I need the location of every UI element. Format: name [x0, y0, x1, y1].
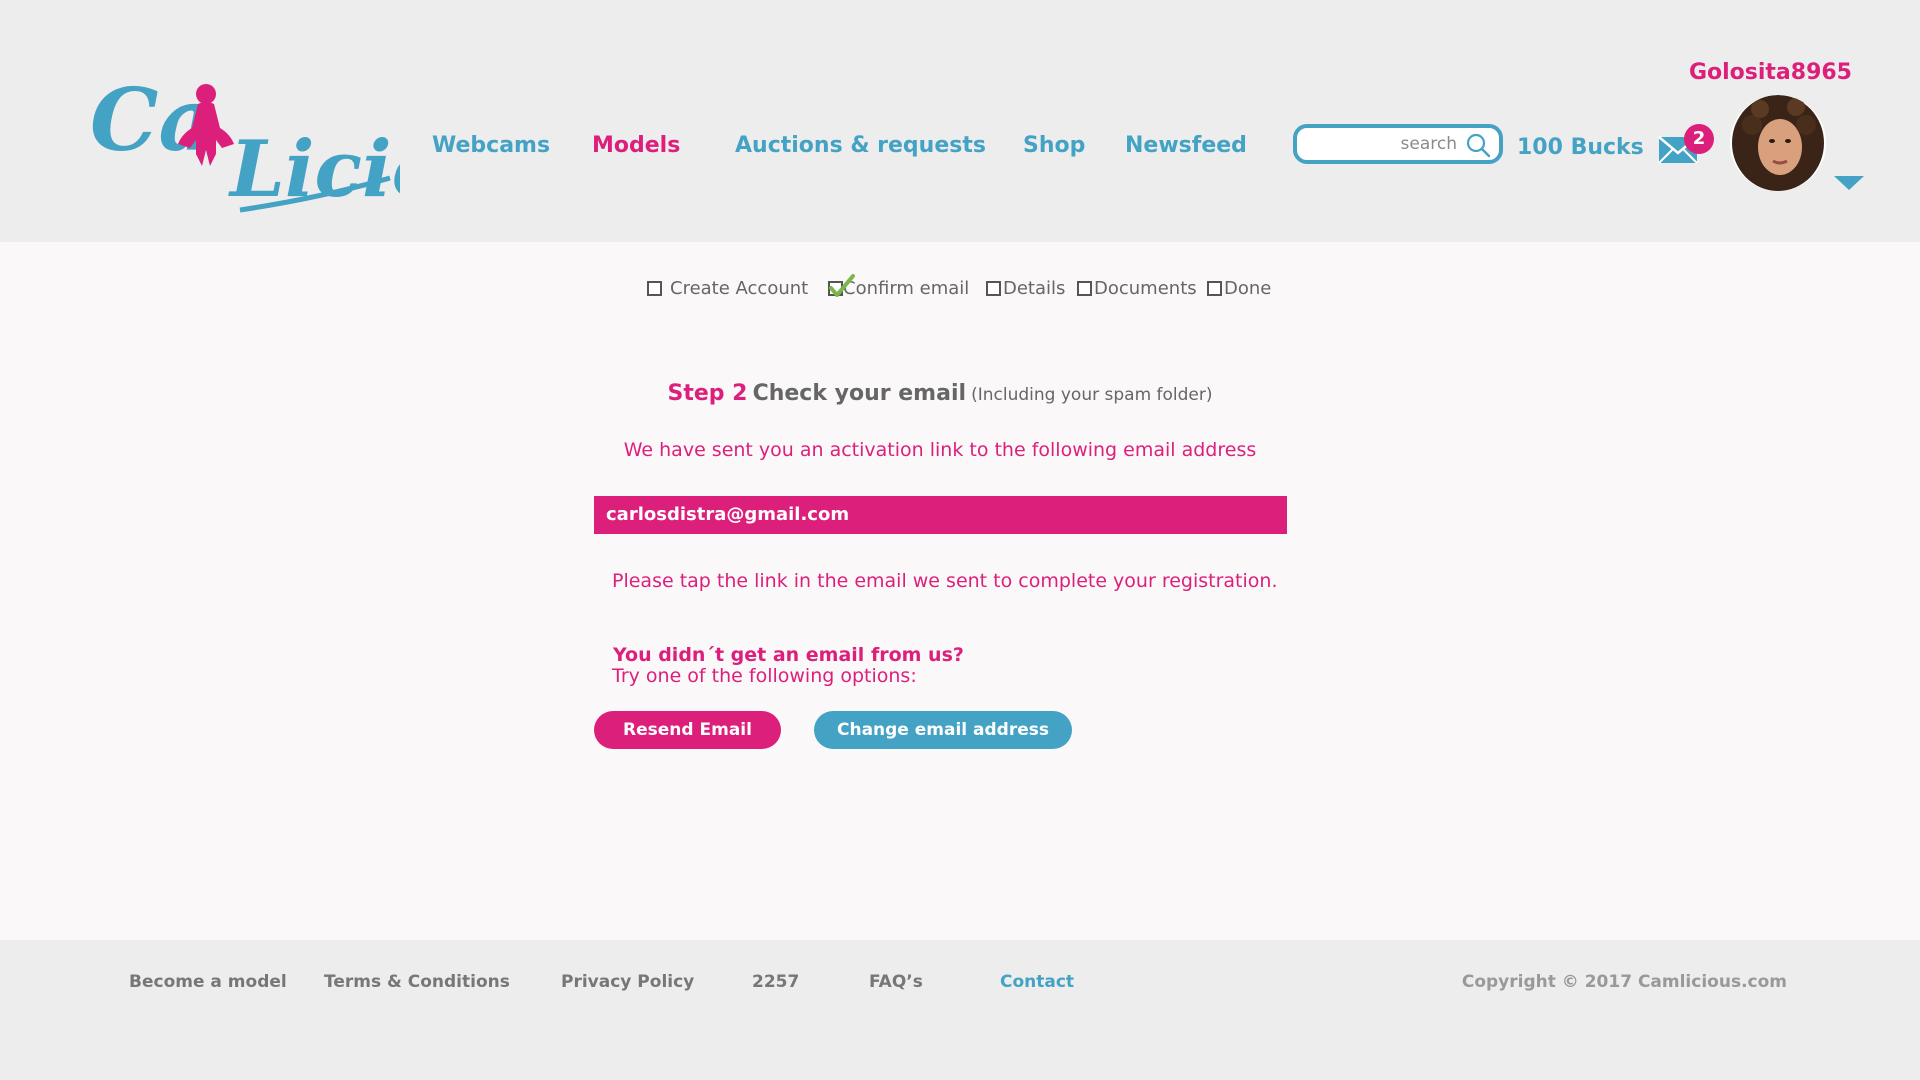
- step-checkbox: [1077, 281, 1092, 296]
- step-note: (Including your spam folder): [971, 385, 1213, 405]
- search-box: [1293, 124, 1503, 164]
- step-label: Details: [1003, 278, 1066, 299]
- resend-email-button[interactable]: Resend Email: [594, 711, 781, 749]
- step-done: Done: [1207, 278, 1271, 299]
- nav-auctions-requests[interactable]: Auctions & requests: [735, 133, 986, 158]
- site-footer: [0, 940, 1920, 1080]
- sent-message: We have sent you an activation link to t…: [623, 439, 1257, 461]
- change-email-button[interactable]: Change email address: [814, 711, 1072, 749]
- caret-down-icon[interactable]: [1834, 176, 1864, 190]
- email-address-display: carlosdistra@gmail.com: [594, 496, 1287, 534]
- username[interactable]: Golosita8965: [1689, 60, 1852, 85]
- step-documents: Documents: [1077, 278, 1197, 299]
- step-confirm-email: Confirm email: [828, 274, 970, 299]
- step-label: Confirm email: [843, 278, 970, 299]
- nav-webcams[interactable]: Webcams: [432, 133, 550, 158]
- step-label: Done: [1224, 278, 1272, 299]
- footer-faq[interactable]: FAQ’s: [869, 972, 923, 992]
- footer-privacy[interactable]: Privacy Policy: [561, 972, 694, 992]
- camlicious-logo[interactable]: Ca Licious: [90, 70, 544, 215]
- nav-newsfeed[interactable]: Newsfeed: [1125, 133, 1247, 158]
- step-checkbox-checked: [828, 274, 855, 297]
- step-checkbox: [647, 281, 662, 296]
- step-heading: Check your email: [752, 381, 967, 406]
- unread-count-badge: 2: [1684, 124, 1714, 154]
- nav-models[interactable]: Models: [592, 133, 680, 158]
- no-email-heading: You didn´t get an email from us?: [613, 644, 964, 666]
- step-create-account: Create Account: [647, 278, 808, 299]
- step-number: Step 2: [667, 381, 748, 406]
- bucks-balance[interactable]: 100 Bucks: [1517, 135, 1644, 160]
- copyright-text: Copyright © 2017 Camlicious.com: [1461, 972, 1787, 992]
- step-checkbox: [1207, 281, 1222, 296]
- footer-contact[interactable]: Contact: [1000, 972, 1074, 992]
- avatar[interactable]: [1730, 95, 1826, 191]
- step-label: Documents: [1094, 278, 1197, 299]
- search-input[interactable]: [1307, 132, 1457, 156]
- footer-2257[interactable]: 2257: [752, 972, 799, 992]
- search-icon[interactable]: [1465, 132, 1491, 158]
- svg-text:Licious: Licious: [228, 124, 400, 215]
- registration-steps: Create Account Confirm email Details Doc…: [0, 274, 1920, 302]
- step-checkbox: [986, 281, 1001, 296]
- step-details: Details: [986, 278, 1065, 299]
- step-title: Step 2 Check your email (Including your …: [0, 381, 1880, 406]
- tap-link-message: Please tap the link in the email we sent…: [612, 570, 1278, 592]
- nav-shop[interactable]: Shop: [1023, 133, 1085, 158]
- step-label: Create Account: [670, 278, 809, 299]
- try-options-text: Try one of the following options:: [612, 665, 917, 687]
- site-header: Ca Licious Webcams Models Auctions & req…: [0, 0, 1920, 242]
- checkmark-icon: [829, 274, 855, 297]
- footer-terms[interactable]: Terms & Conditions: [324, 972, 510, 992]
- footer-become-model[interactable]: Become a model: [129, 972, 287, 992]
